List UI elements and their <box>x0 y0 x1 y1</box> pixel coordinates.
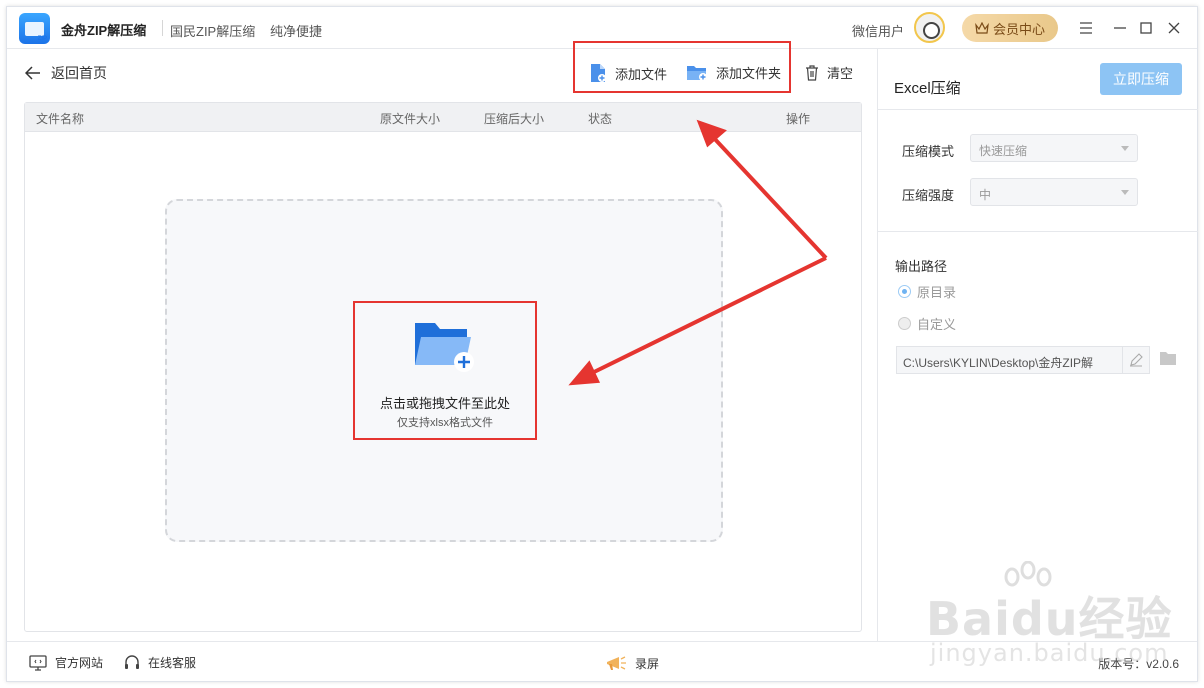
column-header-name: 文件名称 <box>36 112 85 126</box>
crown-icon <box>975 22 989 34</box>
column-header-original-size: 原文件大小 <box>380 112 441 126</box>
monitor-icon <box>29 654 47 671</box>
maximize-icon[interactable] <box>1135 17 1157 39</box>
drop-zone-title: 点击或拖拽文件至此处 <box>379 396 510 411</box>
add-file-label: 添加文件 <box>615 66 668 82</box>
divider <box>878 231 1198 232</box>
radio-original-label: 原目录 <box>917 285 957 300</box>
settings-pane: Excel压缩 立即压缩 压缩模式 快速压缩 压缩强度 中 输出路径 原目录 自… <box>877 49 1198 641</box>
title-divider <box>162 20 163 36</box>
back-home-button[interactable]: 返回首页 <box>25 63 107 83</box>
headset-icon <box>125 654 139 669</box>
radio-unselected-icon <box>898 317 911 330</box>
add-folder-large-icon <box>415 323 474 372</box>
app-logo-icon: ZIP <box>19 13 50 44</box>
online-support-link[interactable]: 在线客服 <box>124 654 196 671</box>
official-website-label: 官方网站 <box>55 656 104 670</box>
folder-icon <box>1160 352 1176 365</box>
vip-center-label: 会员中心 <box>992 21 1045 37</box>
drop-zone-content[interactable]: 点击或拖拽文件至此处 仅支持xlsx格式文件 <box>355 303 535 437</box>
pencil-icon <box>1130 353 1143 367</box>
chevron-down-icon <box>1121 146 1129 151</box>
clear-label: 清空 <box>827 66 854 81</box>
output-path-field[interactable]: C:\Users\KYLIN\Desktop\金舟ZIP解 <box>896 346 1124 374</box>
chevron-down-icon <box>1121 190 1129 195</box>
radio-selected-icon <box>898 285 911 298</box>
divider <box>878 109 1198 110</box>
screen-record-label: 录屏 <box>635 656 660 671</box>
compress-strength-value: 中 <box>979 188 992 202</box>
minimize-icon[interactable] <box>1109 17 1131 39</box>
vip-center-button[interactable]: 会员中心 <box>962 14 1058 42</box>
drop-zone-hint: 仅支持xlsx格式文件 <box>397 417 493 429</box>
add-file-icon <box>591 64 606 82</box>
radio-original-directory[interactable]: 原目录 <box>898 282 956 301</box>
browse-folder-button[interactable] <box>1159 351 1177 369</box>
drop-zone[interactable]: 点击或拖拽文件至此处 仅支持xlsx格式文件 <box>165 199 723 542</box>
add-folder-label: 添加文件夹 <box>716 66 782 81</box>
table-header: 文件名称 原文件大小 压缩后大小 状态 操作 <box>25 103 861 132</box>
screen-record-link[interactable]: 录屏 <box>605 654 659 672</box>
footer: 官方网站 在线客服 录屏 版本号：v2.0.6 <box>7 641 1197 681</box>
compress-now-button[interactable]: 立即压缩 <box>1100 63 1182 95</box>
add-file-button[interactable]: 添加文件 <box>589 63 667 83</box>
compress-mode-label: 压缩模式 <box>902 144 955 159</box>
radio-custom-directory[interactable]: 自定义 <box>898 314 956 333</box>
slogan-primary: 国民ZIP解压缩 <box>170 24 256 39</box>
file-list-pane: 返回首页 添加文件 添加文件夹 清空 文件名称 原文件大小 压缩后大小 状态 操… <box>7 41 877 641</box>
column-header-action: 操作 <box>786 112 811 126</box>
back-home-label: 返回首页 <box>51 65 107 81</box>
user-name[interactable]: 微信用户 <box>852 21 904 40</box>
add-folder-icon <box>687 65 707 81</box>
menu-icon[interactable] <box>1075 17 1097 39</box>
clear-button[interactable]: 清空 <box>805 63 853 82</box>
avatar[interactable] <box>914 12 945 43</box>
trash-icon <box>806 64 818 81</box>
column-header-compressed-size: 压缩后大小 <box>484 112 545 126</box>
official-website-link[interactable]: 官方网站 <box>29 654 103 671</box>
version-number: 版本号：v2.0.6 <box>1098 657 1179 671</box>
settings-title: Excel压缩 <box>894 80 961 97</box>
column-header-status: 状态 <box>588 112 613 126</box>
edit-path-button[interactable] <box>1122 346 1150 374</box>
app-window: ZIP 金舟ZIP解压缩 国民ZIP解压缩 纯净便捷 微信用户 会员中心 返回首… <box>6 6 1198 682</box>
close-icon[interactable] <box>1163 17 1185 39</box>
compress-strength-label: 压缩强度 <box>902 188 955 203</box>
slogan-secondary: 纯净便捷 <box>270 24 323 39</box>
compress-mode-select[interactable]: 快速压缩 <box>970 134 1138 162</box>
add-folder-button[interactable]: 添加文件夹 <box>686 63 781 82</box>
output-path-label: 输出路径 <box>895 259 948 274</box>
megaphone-icon <box>607 656 626 670</box>
app-name: 金舟ZIP解压缩 <box>61 23 147 38</box>
arrow-left-icon <box>25 66 40 80</box>
online-support-label: 在线客服 <box>148 656 197 670</box>
file-table: 文件名称 原文件大小 压缩后大小 状态 操作 点击或拖拽文件至此处 仅支持xls… <box>24 102 862 632</box>
compress-strength-select[interactable]: 中 <box>970 178 1138 206</box>
radio-custom-label: 自定义 <box>917 317 957 332</box>
compress-mode-value: 快速压缩 <box>979 144 1028 158</box>
